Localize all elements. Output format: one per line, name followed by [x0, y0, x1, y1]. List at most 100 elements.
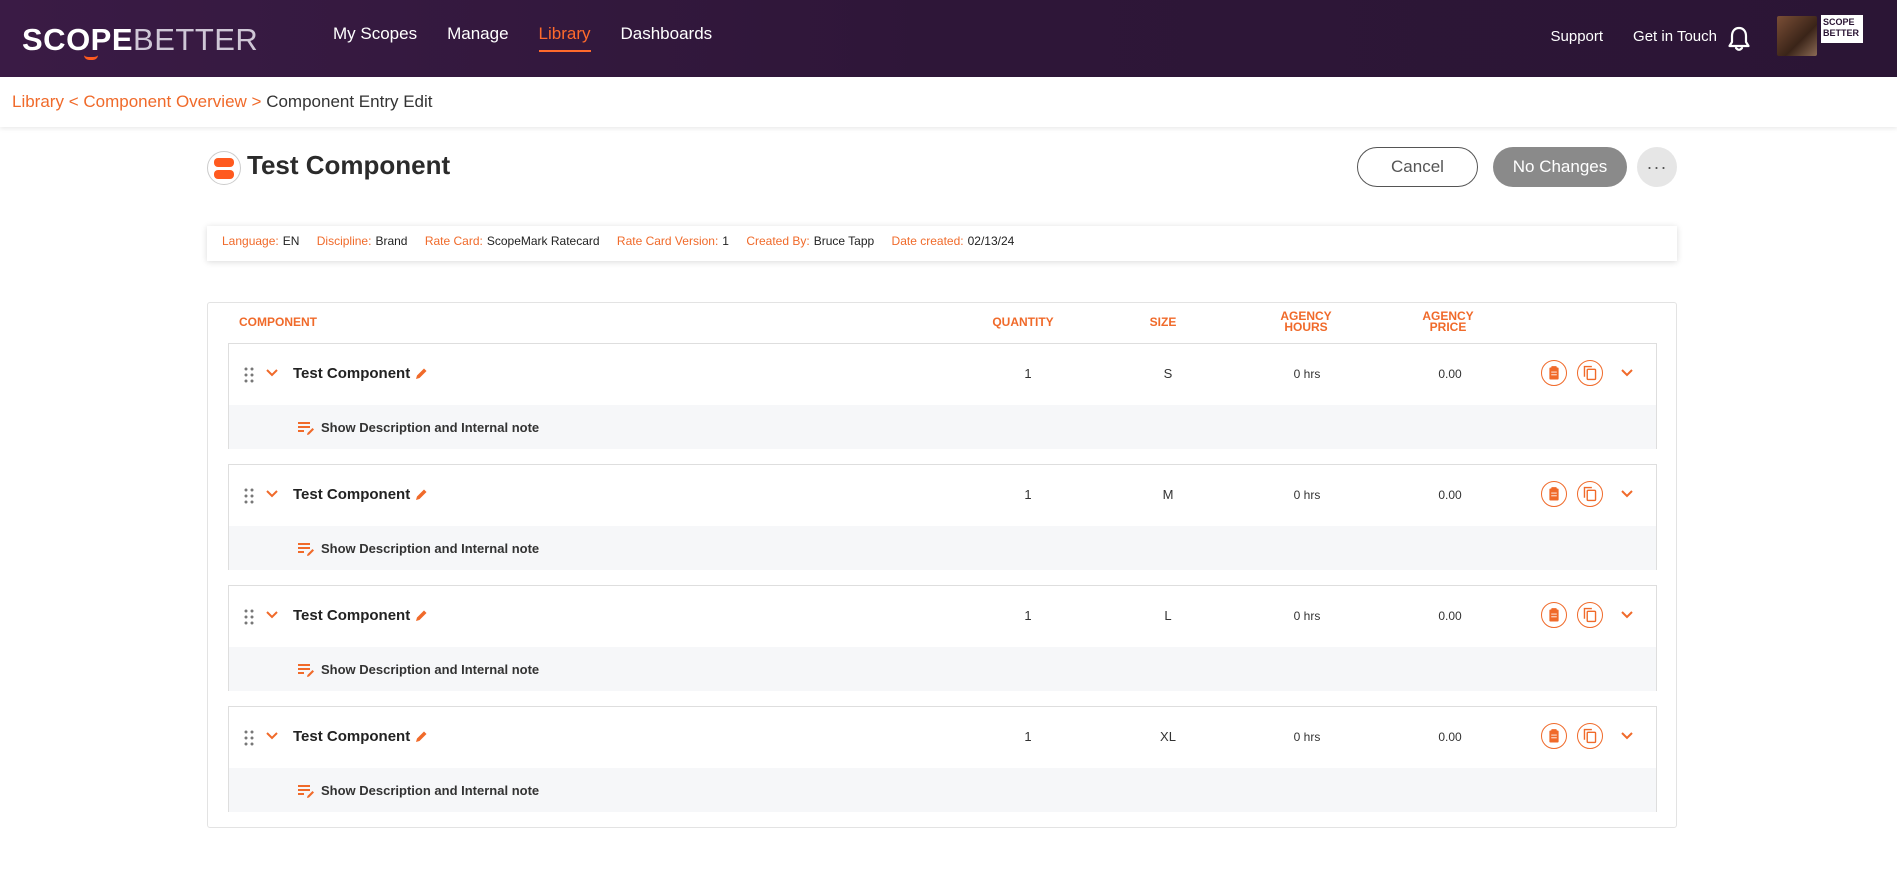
notes-edit-icon[interactable]: [297, 783, 315, 799]
row-component-name: Test Component: [293, 486, 411, 503]
row-component-name: Test Component: [293, 728, 411, 745]
row-size[interactable]: XL: [1138, 729, 1198, 744]
row-agency-hours: 0 hrs: [1293, 488, 1321, 502]
breadcrumb: Library < Component Overview > Component…: [12, 92, 433, 112]
drag-handle-icon[interactable]: [244, 609, 254, 625]
nav-manage[interactable]: Manage: [447, 24, 508, 52]
row-component-name: Test Component: [293, 365, 411, 382]
row-quantity[interactable]: 1: [998, 487, 1058, 502]
component-meta-bar: Language: EN Discipline: Brand Rate Card: S…: [207, 226, 1677, 261]
meta-rate-card-value: ScopeMark Ratecard: [486, 234, 600, 248]
chevron-down-icon[interactable]: [1620, 610, 1634, 620]
meta-rate-card-version-value: 1: [722, 234, 729, 248]
utility-nav: Support Get in Touch: [1551, 28, 1718, 45]
org-logo: SCOPE BETTER: [1821, 15, 1863, 43]
component-type-icon: [207, 151, 241, 185]
clipboard-icon[interactable]: [1541, 602, 1567, 628]
support-link[interactable]: Support: [1551, 28, 1604, 45]
column-header-size: SIZE: [1149, 315, 1177, 329]
nav-library[interactable]: Library: [538, 24, 591, 52]
notes-edit-icon[interactable]: [297, 662, 315, 678]
component-table: COMPONENT QUANTITY SIZE AGENCY HOURS AGEN…: [207, 302, 1677, 828]
meta-discipline-label: Discipline:: [316, 234, 372, 248]
column-header-quantity: QUANTITY: [992, 315, 1054, 329]
meta-created-by-value: Bruce Tapp: [813, 234, 875, 248]
logo-swoosh-icon: [84, 55, 98, 60]
breadcrumb-component-overview[interactable]: Component Overview: [83, 92, 246, 111]
row-agency-price: 0.00: [1438, 609, 1462, 623]
breadcrumb-separator: >: [246, 92, 267, 111]
table-row: Test Component 1 S 0 hrs 0.00 Show Descr…: [228, 343, 1657, 449]
row-component-name: Test Component: [293, 607, 411, 624]
chevron-down-icon[interactable]: [265, 489, 279, 499]
more-options-button[interactable]: ···: [1637, 147, 1677, 187]
breadcrumb-separator: <: [63, 92, 84, 111]
meta-date-created-label: Date created:: [891, 234, 964, 248]
logo-better-text: BETTER: [133, 22, 259, 57]
row-quantity[interactable]: 1: [998, 366, 1058, 381]
row-size[interactable]: S: [1138, 366, 1198, 381]
chevron-down-icon[interactable]: [1620, 489, 1634, 499]
bell-icon[interactable]: [1727, 26, 1751, 52]
drag-handle-icon[interactable]: [244, 730, 254, 746]
table-row: Test Component 1 XL 0 hrs 0.00 Show Desc…: [228, 706, 1657, 812]
main-nav: My Scopes Manage Library Dashboards: [333, 24, 712, 52]
show-description-link[interactable]: Show Description and Internal note: [321, 541, 539, 556]
pencil-icon[interactable]: [415, 609, 428, 622]
meta-language-label: Language:: [222, 234, 279, 248]
meta-discipline-value: Brand: [375, 234, 408, 248]
get-in-touch-link[interactable]: Get in Touch: [1633, 28, 1717, 45]
column-header-agency-hours: AGENCY HOURS: [1280, 309, 1332, 334]
row-agency-price: 0.00: [1438, 730, 1462, 744]
drag-handle-icon[interactable]: [244, 367, 254, 383]
row-agency-price: 0.00: [1438, 367, 1462, 381]
breadcrumb-current: Component Entry Edit: [266, 92, 433, 111]
chevron-down-icon[interactable]: [265, 368, 279, 378]
table-row: Test Component 1 L 0 hrs 0.00 Show Descr…: [228, 585, 1657, 691]
notes-edit-icon[interactable]: [297, 420, 315, 436]
copy-icon[interactable]: [1577, 481, 1603, 507]
user-avatar[interactable]: [1777, 16, 1817, 56]
table-row: Test Component 1 M 0 hrs 0.00 Show Descr…: [228, 464, 1657, 570]
row-agency-hours: 0 hrs: [1293, 730, 1321, 744]
pencil-icon[interactable]: [415, 730, 428, 743]
no-changes-button[interactable]: No Changes: [1493, 147, 1627, 187]
clipboard-icon[interactable]: [1541, 481, 1567, 507]
row-agency-price: 0.00: [1438, 488, 1462, 502]
nav-my-scopes[interactable]: My Scopes: [333, 24, 417, 52]
meta-created-by-label: Created By:: [746, 234, 810, 248]
copy-icon[interactable]: [1577, 360, 1603, 386]
show-description-link[interactable]: Show Description and Internal note: [321, 420, 539, 435]
row-size[interactable]: L: [1138, 608, 1198, 623]
pencil-icon[interactable]: [415, 488, 428, 501]
meta-language-value: EN: [282, 234, 300, 248]
column-header-component: COMPONENT: [239, 315, 317, 329]
meta-rate-card-label: Rate Card:: [424, 234, 483, 248]
chevron-down-icon[interactable]: [265, 610, 279, 620]
copy-icon[interactable]: [1577, 723, 1603, 749]
pencil-icon[interactable]: [415, 367, 428, 380]
clipboard-icon[interactable]: [1541, 723, 1567, 749]
show-description-link[interactable]: Show Description and Internal note: [321, 662, 539, 677]
breadcrumb-bar: Library < Component Overview > Component…: [0, 77, 1897, 127]
row-size[interactable]: M: [1138, 487, 1198, 502]
row-agency-hours: 0 hrs: [1293, 367, 1321, 381]
show-description-link[interactable]: Show Description and Internal note: [321, 783, 539, 798]
column-header-agency-price: AGENCY PRICE: [1422, 309, 1474, 334]
top-navigation-bar: SCOPEBETTER My Scopes Manage Library Das…: [0, 0, 1897, 77]
page-title: Test Component: [247, 150, 451, 180]
cancel-button[interactable]: Cancel: [1357, 147, 1478, 187]
chevron-down-icon[interactable]: [1620, 731, 1634, 741]
drag-handle-icon[interactable]: [244, 488, 254, 504]
meta-rate-card-version-label: Rate Card Version:: [616, 234, 719, 248]
nav-dashboards[interactable]: Dashboards: [621, 24, 713, 52]
notes-edit-icon[interactable]: [297, 541, 315, 557]
clipboard-icon[interactable]: [1541, 360, 1567, 386]
row-quantity[interactable]: 1: [998, 608, 1058, 623]
chevron-down-icon[interactable]: [265, 731, 279, 741]
row-quantity[interactable]: 1: [998, 729, 1058, 744]
breadcrumb-library[interactable]: Library: [12, 92, 64, 111]
chevron-down-icon[interactable]: [1620, 368, 1634, 378]
copy-icon[interactable]: [1577, 602, 1603, 628]
app-logo[interactable]: SCOPEBETTER: [22, 22, 259, 60]
